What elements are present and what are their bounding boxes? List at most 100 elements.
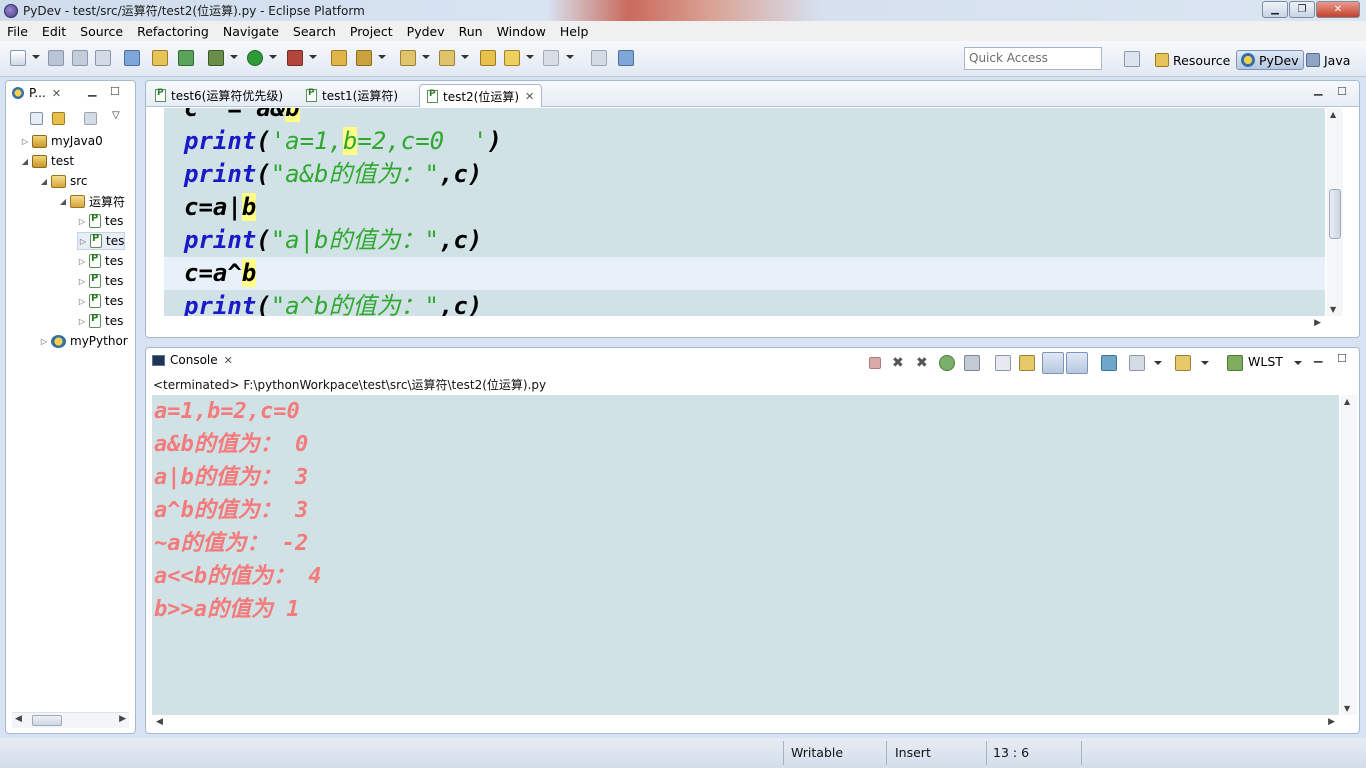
scroll-lock-icon[interactable] — [1019, 355, 1035, 371]
save-all-icon[interactable] — [72, 50, 88, 66]
print-icon[interactable] — [95, 50, 111, 66]
search-dropdown-icon[interactable] — [378, 55, 386, 59]
last-edit-icon[interactable] — [480, 50, 496, 66]
link-with-editor-icon[interactable] — [52, 112, 65, 125]
tree-twisty-icon[interactable]: ▷ — [77, 317, 87, 326]
explorer-horizontal-scrollbar[interactable]: ◀ ▶ — [12, 712, 129, 728]
menu-navigate[interactable]: Navigate — [216, 24, 286, 39]
debug-icon[interactable] — [208, 50, 224, 66]
tree-item-file[interactable]: ▷ tes — [77, 252, 123, 270]
open-console-dropdown-icon[interactable] — [1201, 361, 1209, 365]
menu-file[interactable]: File — [0, 24, 35, 39]
console-tab[interactable]: Console ✕ — [152, 353, 233, 367]
tree-twisty-icon[interactable]: ▷ — [77, 277, 87, 286]
scroll-down-icon[interactable]: ▼ — [1330, 305, 1336, 314]
save-icon[interactable] — [48, 50, 64, 66]
new-dropdown-icon[interactable] — [32, 55, 40, 59]
close-icon[interactable]: ✕ — [52, 87, 61, 100]
close-button[interactable]: ✕ — [1316, 1, 1360, 18]
open-console-icon[interactable] — [618, 50, 634, 66]
scroll-left-icon[interactable]: ◀ — [15, 714, 22, 724]
close-icon[interactable]: ✕ — [224, 354, 233, 367]
tree-twisty-icon[interactable]: ▷ — [78, 237, 88, 246]
scroll-left-icon[interactable]: ◀ — [156, 717, 163, 727]
pin-console-icon[interactable] — [1101, 355, 1117, 371]
console-vertical-scrollbar[interactable]: ▲ ▼ — [1341, 395, 1357, 715]
maximize-button[interactable]: ❐ — [1289, 1, 1315, 18]
tree-item-file[interactable]: ▷ tes — [77, 312, 123, 330]
prev-annotation-dropdown-icon[interactable] — [461, 55, 469, 59]
menu-window[interactable]: Window — [490, 24, 553, 39]
tree-item-file[interactable]: ▷ tes — [77, 292, 123, 310]
tree-twisty-icon[interactable]: ▷ — [77, 257, 87, 266]
editor-tab-test1[interactable]: test1(运算符) — [299, 84, 405, 107]
editor-scroll-thumb[interactable] — [1329, 189, 1341, 239]
scroll-thumb[interactable] — [32, 715, 62, 726]
scroll-up-icon[interactable]: ▲ — [1344, 397, 1350, 406]
perspective-java[interactable]: Java — [1302, 50, 1354, 70]
open-console-icon[interactable] — [1175, 355, 1191, 371]
scroll-right-icon[interactable]: ▶ — [1328, 717, 1335, 727]
tree-item-operators-folder[interactable]: ◢ 运算符 — [58, 192, 125, 210]
scroll-up-icon[interactable]: ▲ — [1330, 110, 1336, 119]
wlst-label[interactable]: WLST — [1248, 354, 1283, 369]
tree-item-file-selected[interactable]: ▷ tes — [77, 232, 126, 250]
tree-twisty-icon[interactable]: ◢ — [20, 157, 30, 166]
next-annotation-dropdown-icon[interactable] — [422, 55, 430, 59]
tree-twisty-icon[interactable]: ▷ — [39, 337, 49, 346]
menu-project[interactable]: Project — [343, 24, 400, 39]
minimize-button[interactable]: ▁ — [1262, 1, 1288, 18]
run-icon[interactable] — [247, 50, 263, 66]
external-tools-icon[interactable] — [287, 50, 303, 66]
tree-item-myjava0[interactable]: ▷ myJava0 — [20, 132, 103, 150]
display-console-dropdown-icon[interactable] — [1154, 361, 1162, 365]
tree-item-file[interactable]: ▷ tes — [77, 272, 123, 290]
run-dropdown-icon[interactable] — [269, 55, 277, 59]
next-annotation-icon[interactable] — [400, 50, 416, 66]
clear-console-icon[interactable] — [995, 355, 1011, 371]
menu-run[interactable]: Run — [452, 24, 490, 39]
prev-annotation-icon[interactable] — [439, 50, 455, 66]
display-selected-console-icon[interactable] — [1129, 355, 1145, 371]
tree-twisty-icon[interactable]: ▷ — [20, 137, 30, 146]
collapse-all-icon[interactable] — [30, 112, 43, 125]
back-icon[interactable] — [504, 50, 520, 66]
maximize-view-icon[interactable]: ☐ — [110, 85, 120, 98]
new-project-icon[interactable] — [124, 50, 140, 66]
open-type-icon[interactable] — [152, 50, 168, 66]
maximize-editor-icon[interactable]: ☐ — [1337, 85, 1347, 98]
open-folder-icon[interactable] — [331, 50, 347, 66]
editor-tab-test2[interactable]: test2(位运算) ✕ — [419, 84, 543, 107]
close-icon[interactable]: ✕ — [525, 90, 534, 103]
show-when-stdout-icon[interactable] — [1042, 352, 1064, 374]
maximize-console-icon[interactable]: ☐ — [1337, 352, 1347, 365]
filter-icon[interactable] — [84, 112, 97, 125]
open-perspective-icon[interactable] — [1124, 51, 1140, 67]
code-editor[interactable]: c = a&b print('a=1,b=2,c=0 ') print("a&b… — [164, 108, 1325, 316]
scroll-down-icon[interactable]: ▼ — [1344, 704, 1350, 713]
perspective-resource[interactable]: Resource — [1151, 50, 1234, 70]
view-menu-chevron-down-icon[interactable] — [1294, 361, 1302, 365]
menu-refactoring[interactable]: Refactoring — [130, 24, 216, 39]
menu-search[interactable]: Search — [286, 24, 343, 39]
editor-horizontal-scrollbar[interactable]: ▶ — [164, 316, 1325, 332]
tree-twisty-icon[interactable]: ◢ — [58, 197, 68, 206]
scroll-right-icon[interactable]: ▶ — [1314, 318, 1321, 328]
remove-launch-icon[interactable]: ✖ — [892, 355, 908, 371]
tree-twisty-icon[interactable]: ▷ — [77, 217, 87, 226]
terminate-icon[interactable] — [869, 357, 881, 369]
tree-twisty-icon[interactable]: ▷ — [77, 297, 87, 306]
package-explorer-tab[interactable]: P... ✕ — [12, 86, 61, 100]
minimize-view-icon[interactable]: ▁ — [88, 84, 96, 97]
tree-item-file[interactable]: ▷ tes — [77, 212, 123, 230]
external-tools-dropdown-icon[interactable] — [309, 55, 317, 59]
tree-item-test[interactable]: ◢ test — [20, 152, 74, 170]
console-output[interactable]: a=1,b=2,c=0 a&b的值为： 0 a|b的值为： 3 a^b的值为： … — [152, 395, 1339, 715]
debug-connect-icon[interactable] — [939, 355, 955, 371]
menu-edit[interactable]: Edit — [35, 24, 73, 39]
pydev-project-icon[interactable] — [178, 50, 194, 66]
minimize-editor-icon[interactable]: ▁ — [1314, 83, 1322, 96]
debug-dropdown-icon[interactable] — [230, 55, 238, 59]
quick-access-input[interactable]: Quick Access — [964, 47, 1102, 70]
search-icon[interactable] — [356, 50, 372, 66]
